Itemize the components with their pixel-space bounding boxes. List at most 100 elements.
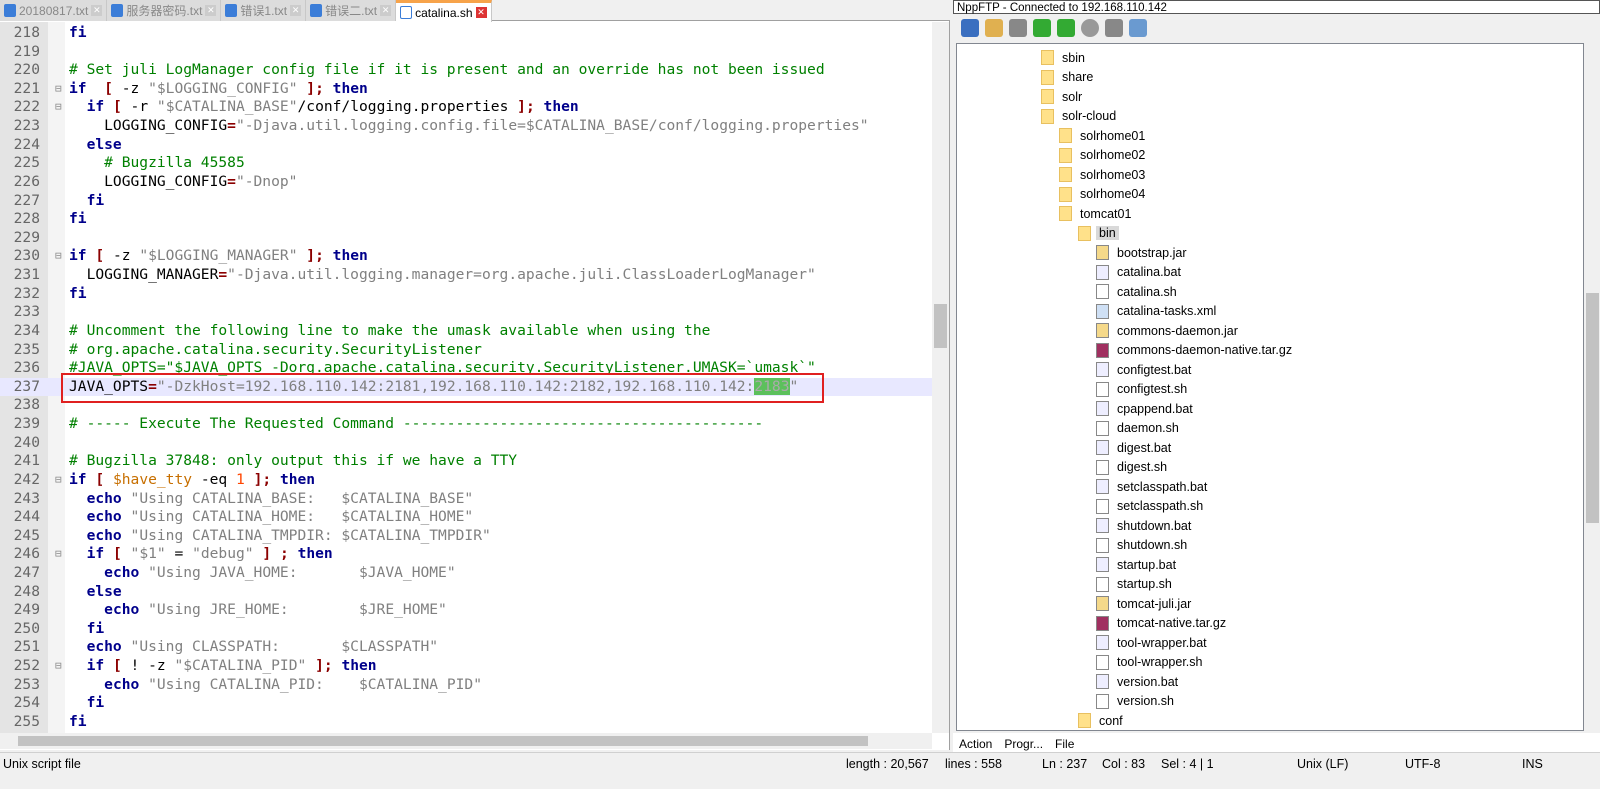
tree-item-commons-daemon-native-tar-gz[interactable]: commons-daemon-native.tar.gz bbox=[1096, 341, 1295, 361]
code-line[interactable]: 223 LOGGING_CONFIG="-Djava.util.logging.… bbox=[0, 117, 932, 136]
code-line[interactable]: 242 ⊟ if [ $have_tty -eq 1 ]; then bbox=[0, 471, 932, 490]
tree-item-solrhome04[interactable]: solrhome04 bbox=[1059, 185, 1148, 205]
code-line[interactable]: 253 echo "Using CATALINA_PID: $CATALINA_… bbox=[0, 676, 932, 695]
code-line[interactable]: 233 bbox=[0, 303, 932, 322]
close-icon[interactable]: ✕ bbox=[205, 5, 217, 16]
tree-item-conf[interactable]: conf bbox=[1078, 711, 1126, 730]
tab-action[interactable]: Action bbox=[953, 733, 998, 752]
close-icon[interactable]: ✕ bbox=[290, 5, 302, 16]
code-line[interactable]: 234 # Uncomment the following line to mak… bbox=[0, 322, 932, 341]
code-line[interactable]: 255 fi bbox=[0, 713, 932, 732]
download-icon[interactable] bbox=[1009, 18, 1027, 37]
fold-toggle-icon[interactable]: ⊟ bbox=[55, 657, 62, 676]
code-line[interactable]: 252 ⊟ if [ ! -z "$CATALINA_PID" ]; then bbox=[0, 657, 932, 676]
tree-item-bootstrap-jar[interactable]: bootstrap.jar bbox=[1096, 243, 1189, 263]
code-line[interactable]: 226 LOGGING_CONFIG="-Dnop" bbox=[0, 173, 932, 192]
code-line[interactable]: 225 # Bugzilla 45585 bbox=[0, 154, 932, 173]
tab-1[interactable]: 服务器密码.txt ✕ bbox=[107, 0, 222, 21]
remote-file-tree[interactable]: sbin share solr solr-cloud solrhome01 solrhom… bbox=[956, 43, 1584, 731]
abort-icon[interactable] bbox=[1081, 18, 1099, 37]
tree-item-catalina-sh[interactable]: catalina.sh bbox=[1096, 282, 1180, 302]
insert-mode[interactable]: INS bbox=[1522, 757, 1543, 771]
tree-item-solrhome03[interactable]: solrhome03 bbox=[1059, 165, 1148, 185]
tree-item-sbin[interactable]: sbin bbox=[1041, 48, 1088, 68]
tree-item-configtest-sh[interactable]: configtest.sh bbox=[1096, 380, 1190, 400]
scroll-thumb[interactable] bbox=[1586, 293, 1599, 523]
code-line[interactable]: 219 bbox=[0, 43, 932, 62]
tree-item-tomcat-juli-jar[interactable]: tomcat-juli.jar bbox=[1096, 594, 1194, 614]
message-window-icon[interactable] bbox=[1129, 18, 1147, 37]
code-line[interactable]: 245 echo "Using CATALINA_TMPDIR: $CATALI… bbox=[0, 527, 932, 546]
tab-0[interactable]: 20180817.txt ✕ bbox=[0, 0, 108, 21]
code-line[interactable]: 244 echo "Using CATALINA_HOME: $CATALINA… bbox=[0, 508, 932, 527]
tab-2[interactable]: 错误1.txt ✕ bbox=[221, 0, 307, 21]
tab-file[interactable]: File bbox=[1049, 733, 1080, 752]
code-line[interactable]: 228 fi bbox=[0, 210, 932, 229]
tree-item-tomcat01[interactable]: tomcat01 bbox=[1059, 204, 1134, 224]
code-line[interactable]: 251 echo "Using CLASSPATH: $CLASSPATH" bbox=[0, 638, 932, 657]
close-icon[interactable]: ✕ bbox=[475, 7, 487, 18]
code-line[interactable]: 240 bbox=[0, 434, 932, 453]
code-line[interactable]: 218 fi bbox=[0, 24, 932, 43]
upload-icon[interactable] bbox=[1033, 18, 1051, 37]
code-line[interactable]: 249 echo "Using JRE_HOME: $JRE_HOME" bbox=[0, 601, 932, 620]
tree-item-startup-bat[interactable]: startup.bat bbox=[1096, 555, 1179, 575]
tree-item-version-bat[interactable]: version.bat bbox=[1096, 672, 1181, 692]
close-icon[interactable]: ✕ bbox=[380, 5, 392, 16]
tree-item-startup-sh[interactable]: startup.sh bbox=[1096, 575, 1175, 595]
fold-toggle-icon[interactable]: ⊟ bbox=[55, 98, 62, 117]
tree-item-version-sh[interactable]: version.sh bbox=[1096, 692, 1177, 712]
code-line[interactable]: 241 # Bugzilla 37848: only output this if… bbox=[0, 452, 932, 471]
eol-format[interactable]: Unix (LF) bbox=[1297, 757, 1348, 771]
tree-item-solrhome02[interactable]: solrhome02 bbox=[1059, 146, 1148, 166]
tree-item-solr[interactable]: solr bbox=[1041, 87, 1085, 107]
code-line[interactable]: 246 ⊟ if [ "$1" = "debug" ] ; then bbox=[0, 545, 932, 564]
code-line[interactable]: 224 else bbox=[0, 136, 932, 155]
horizontal-scrollbar[interactable] bbox=[0, 733, 932, 749]
tree-item-share[interactable]: share bbox=[1041, 68, 1096, 88]
code-line[interactable]: 250 fi bbox=[0, 620, 932, 639]
code-line[interactable]: 239 # ----- Execute The Requested Command… bbox=[0, 415, 932, 434]
tree-item-catalina-tasks-xml[interactable]: catalina-tasks.xml bbox=[1096, 302, 1219, 322]
tree-item-cpappend-bat[interactable]: cpappend.bat bbox=[1096, 399, 1196, 419]
tree-item-solr-cloud[interactable]: solr-cloud bbox=[1041, 107, 1119, 127]
code-line[interactable]: 232 fi bbox=[0, 285, 932, 304]
scroll-thumb[interactable] bbox=[18, 736, 868, 746]
tree-item-setclasspath-sh[interactable]: setclasspath.sh bbox=[1096, 497, 1206, 517]
tree-item-tool-wrapper-sh[interactable]: tool-wrapper.sh bbox=[1096, 653, 1205, 673]
tree-item-tomcat-native-tar-gz[interactable]: tomcat-native.tar.gz bbox=[1096, 614, 1229, 634]
vertical-scrollbar[interactable] bbox=[932, 22, 949, 733]
tree-item-bin[interactable]: bin bbox=[1078, 224, 1119, 244]
tree-item-tool-wrapper-bat[interactable]: tool-wrapper.bat bbox=[1096, 633, 1210, 653]
tree-item-configtest-bat[interactable]: configtest.bat bbox=[1096, 360, 1194, 380]
code-line[interactable]: 247 echo "Using JAVA_HOME: $JAVA_HOME" bbox=[0, 564, 932, 583]
tree-item-daemon-sh[interactable]: daemon.sh bbox=[1096, 419, 1182, 439]
connect-icon[interactable] bbox=[961, 18, 979, 37]
tree-item-digest-bat[interactable]: digest.bat bbox=[1096, 438, 1174, 458]
fold-toggle-icon[interactable]: ⊟ bbox=[55, 545, 62, 564]
tree-item-digest-sh[interactable]: digest.sh bbox=[1096, 458, 1170, 478]
tree-item-commons-daemon-jar[interactable]: commons-daemon.jar bbox=[1096, 321, 1241, 341]
tab-progress[interactable]: Progr... bbox=[998, 733, 1049, 752]
refresh-icon[interactable] bbox=[1057, 18, 1075, 37]
code-line[interactable]: 229 bbox=[0, 229, 932, 248]
tree-item-catalina-bat[interactable]: catalina.bat bbox=[1096, 263, 1184, 283]
tree-scrollbar[interactable] bbox=[1585, 43, 1600, 731]
encoding[interactable]: UTF-8 bbox=[1405, 757, 1440, 771]
scroll-thumb[interactable] bbox=[934, 304, 947, 348]
code-line[interactable]: 220 # Set juli LogManager config file if … bbox=[0, 61, 932, 80]
tree-item-setclasspath-bat[interactable]: setclasspath.bat bbox=[1096, 477, 1210, 497]
tab-3[interactable]: 错误二.txt ✕ bbox=[306, 0, 397, 21]
code-line[interactable]: 230 ⊟ if [ -z "$LOGGING_MANAGER" ]; then bbox=[0, 247, 932, 266]
code-line[interactable]: 221 ⊟ if [ -z "$LOGGING_CONFIG" ]; then bbox=[0, 80, 932, 99]
tab-4[interactable]: catalina.sh ✕ bbox=[396, 0, 492, 22]
tree-item-shutdown-sh[interactable]: shutdown.sh bbox=[1096, 536, 1190, 556]
close-icon[interactable]: ✕ bbox=[91, 5, 103, 16]
code-line[interactable]: 222 ⊟ if [ -r "$CATALINA_BASE"/conf/loggi… bbox=[0, 98, 932, 117]
tree-item-solrhome01[interactable]: solrhome01 bbox=[1059, 126, 1148, 146]
settings-icon[interactable] bbox=[1105, 18, 1123, 37]
fold-toggle-icon[interactable]: ⊟ bbox=[55, 80, 62, 99]
tree-item-shutdown-bat[interactable]: shutdown.bat bbox=[1096, 516, 1194, 536]
open-folder-icon[interactable] bbox=[985, 18, 1003, 37]
code-line[interactable]: 248 else bbox=[0, 583, 932, 602]
